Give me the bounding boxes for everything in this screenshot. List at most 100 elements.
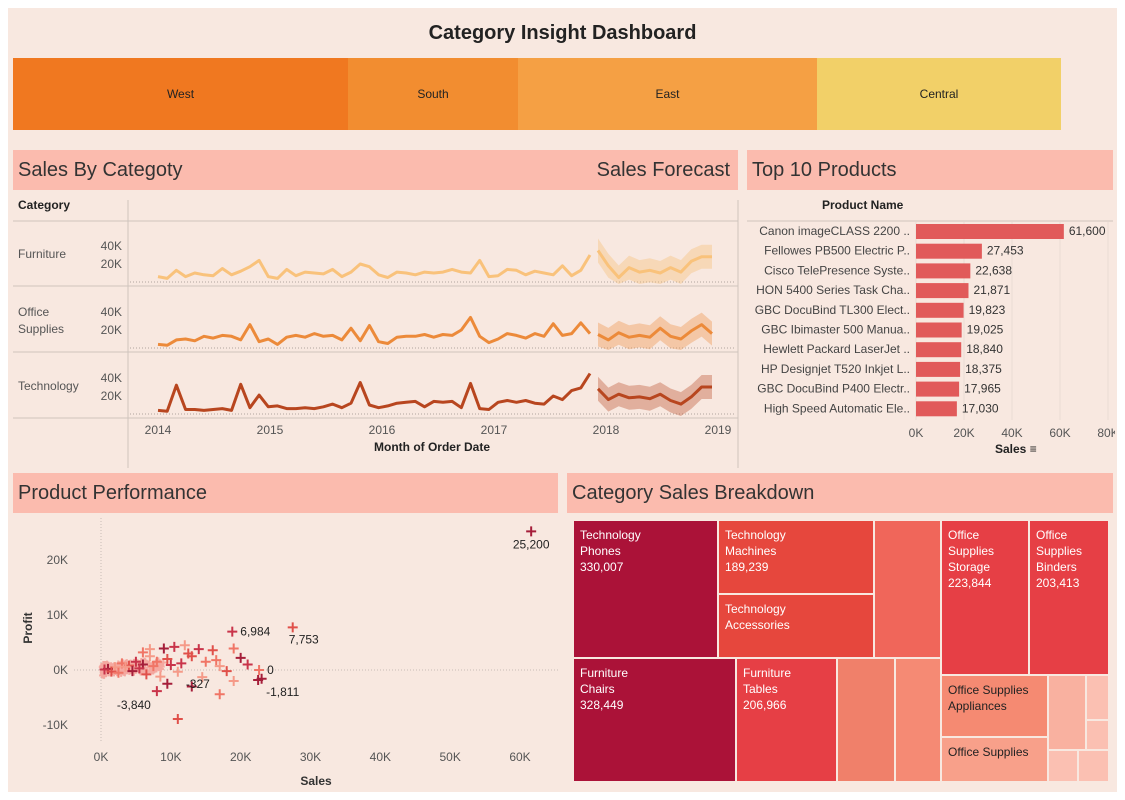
treemap-tile-label: Accessories xyxy=(725,617,867,633)
treemap-tile-label: Phones xyxy=(580,543,711,559)
dashboard-title: Category Insight Dashboard xyxy=(8,22,1117,45)
x-tick-label: 0K xyxy=(94,750,109,764)
y-tick-label: 20K xyxy=(101,323,122,337)
region-east[interactable]: East xyxy=(518,58,817,130)
treemap-tile[interactable] xyxy=(1078,750,1109,782)
bar xyxy=(916,382,959,397)
treemap-tile-label: Office Supplies xyxy=(948,744,1041,760)
category-row-label: Office xyxy=(18,305,49,319)
bar-value-label: 17,965 xyxy=(964,382,1001,396)
treemap-tile-label: Office Supplies xyxy=(948,682,1041,698)
treemap-tile-label: Office xyxy=(1036,527,1102,543)
treemap-tile-label: Supplies xyxy=(1036,543,1102,559)
scatter-point xyxy=(201,657,211,667)
scatter-point xyxy=(194,644,204,654)
x-tick-label: 40K xyxy=(1001,426,1022,440)
bar-value-label: 19,823 xyxy=(969,303,1006,317)
scatter-point xyxy=(155,672,165,682)
category-row-label: Technology xyxy=(18,379,79,393)
treemap-tile[interactable]: Furniture Chairs 328,449 xyxy=(573,658,736,782)
treemap-tile-label: 206,966 xyxy=(743,697,830,713)
treemap-tile[interactable] xyxy=(1048,675,1086,750)
treemap-tile[interactable]: Office Supplies xyxy=(941,737,1048,782)
y-tick-label: 20K xyxy=(47,553,68,567)
scatter-point xyxy=(288,622,298,632)
treemap-tile-label: Appliances xyxy=(948,698,1041,714)
bar-value-label: 61,600 xyxy=(1069,224,1106,238)
x-tick-label: 60K xyxy=(509,750,530,764)
point-annotation: 0 xyxy=(267,663,274,677)
breakdown-title: Category Sales Breakdown xyxy=(572,482,814,505)
sort-icon[interactable]: ≡ xyxy=(1030,442,1037,456)
product-label: GBC DocuBind TL300 Elect.. xyxy=(755,303,910,317)
bar xyxy=(916,303,964,318)
scatter-point xyxy=(229,644,239,654)
bar-value-label: 22,638 xyxy=(975,263,1012,277)
scatter-point xyxy=(227,627,237,637)
scatter-point xyxy=(243,660,253,670)
treemap-tile[interactable] xyxy=(837,658,895,782)
product-label: Cisco TelePresence Syste.. xyxy=(764,263,910,277)
treemap-tile[interactable]: Technology Phones 330,007 xyxy=(573,520,718,658)
scatter-point xyxy=(222,666,232,676)
scatter-point xyxy=(169,642,179,652)
sales-by-category-title: Sales By Categoty xyxy=(18,159,183,182)
treemap-tile-label: Supplies xyxy=(948,543,1022,559)
top-products-title: Top 10 Products xyxy=(752,159,897,182)
treemap-tile[interactable]: Office Supplies Appliances xyxy=(941,675,1048,737)
treemap-tile-label: 330,007 xyxy=(580,559,711,575)
x-tick-label: 50K xyxy=(439,750,460,764)
treemap-tile-label: Furniture xyxy=(580,665,729,681)
treemap-tile[interactable]: Office Supplies Storage 223,844 xyxy=(941,520,1029,675)
scatter-point xyxy=(526,526,536,536)
product-label: HP Designjet T520 Inkjet L.. xyxy=(761,362,910,376)
treemap-tile[interactable]: Technology Machines 189,239 xyxy=(718,520,874,594)
product-label: Hewlett Packard LaserJet .. xyxy=(763,342,910,356)
scatter-point xyxy=(229,676,239,686)
treemap-tile[interactable] xyxy=(1086,675,1109,720)
y-tick-label: 10K xyxy=(47,608,68,622)
x-tick-label: 10K xyxy=(160,750,181,764)
treemap-tile[interactable] xyxy=(895,658,941,782)
product-performance-scatter: 25,200 6,984 7,753 0 -327 -1,811 -3,840 20K 10K 0… xyxy=(8,513,563,793)
series-line xyxy=(158,374,590,412)
region-south[interactable]: South xyxy=(348,58,518,130)
y-tick-label: 20K xyxy=(101,257,122,271)
bar xyxy=(916,342,961,357)
top-products-bar-chart: Canon imageCLASS 2200 .. 61,600Fellowes P… xyxy=(743,188,1115,478)
y-tick-label: 0K xyxy=(53,663,68,677)
treemap-tile-label: 223,844 xyxy=(948,575,1022,591)
bar-x-axis-label: Sales ≡ xyxy=(995,442,1037,456)
top-products-header: Top 10 Products xyxy=(747,150,1113,190)
bar xyxy=(916,362,960,377)
x-tick-label: 2019 xyxy=(705,423,732,437)
x-tick-label: 20K xyxy=(230,750,251,764)
scatter-x-axis-label: Sales xyxy=(300,774,332,788)
treemap-tile[interactable] xyxy=(1048,750,1078,782)
category-row-label: Furniture xyxy=(18,247,66,261)
sales-forecast-title: Sales Forecast xyxy=(597,150,730,190)
x-tick-label: 2017 xyxy=(481,423,508,437)
x-tick-label: 30K xyxy=(300,750,321,764)
product-performance-title: Product Performance xyxy=(18,482,207,505)
point-annotation: 6,984 xyxy=(240,625,270,639)
treemap-tile[interactable]: Technology Accessories xyxy=(718,594,874,658)
series-line xyxy=(158,317,590,345)
sales-by-category-header: Sales By Categoty Sales Forecast xyxy=(13,150,738,190)
treemap-tile[interactable]: Furniture Tables 206,966 xyxy=(736,658,837,782)
treemap-tile-label: 203,413 xyxy=(1036,575,1102,591)
treemap-tile[interactable] xyxy=(874,520,941,658)
treemap-tile-label: Binders xyxy=(1036,559,1102,575)
x-tick-label: 80K xyxy=(1097,426,1115,440)
bar-x-axis-label-text: Sales xyxy=(995,442,1026,456)
treemap-tile[interactable]: Office Supplies Binders 203,413 xyxy=(1029,520,1109,675)
treemap-tile[interactable] xyxy=(1086,720,1109,750)
sales-line-chart: Furniture40K20KOfficeSupplies40K20KTechn… xyxy=(8,188,743,468)
bar xyxy=(916,401,957,416)
line-x-axis-label: Month of Order Date xyxy=(374,440,490,454)
region-west[interactable]: West xyxy=(13,58,348,130)
treemap-tile-label: 189,239 xyxy=(725,559,867,575)
region-central[interactable]: Central xyxy=(817,58,1061,130)
dashboard: Category Insight Dashboard West South East… xyxy=(8,8,1117,792)
bar-value-label: 21,871 xyxy=(973,283,1010,297)
